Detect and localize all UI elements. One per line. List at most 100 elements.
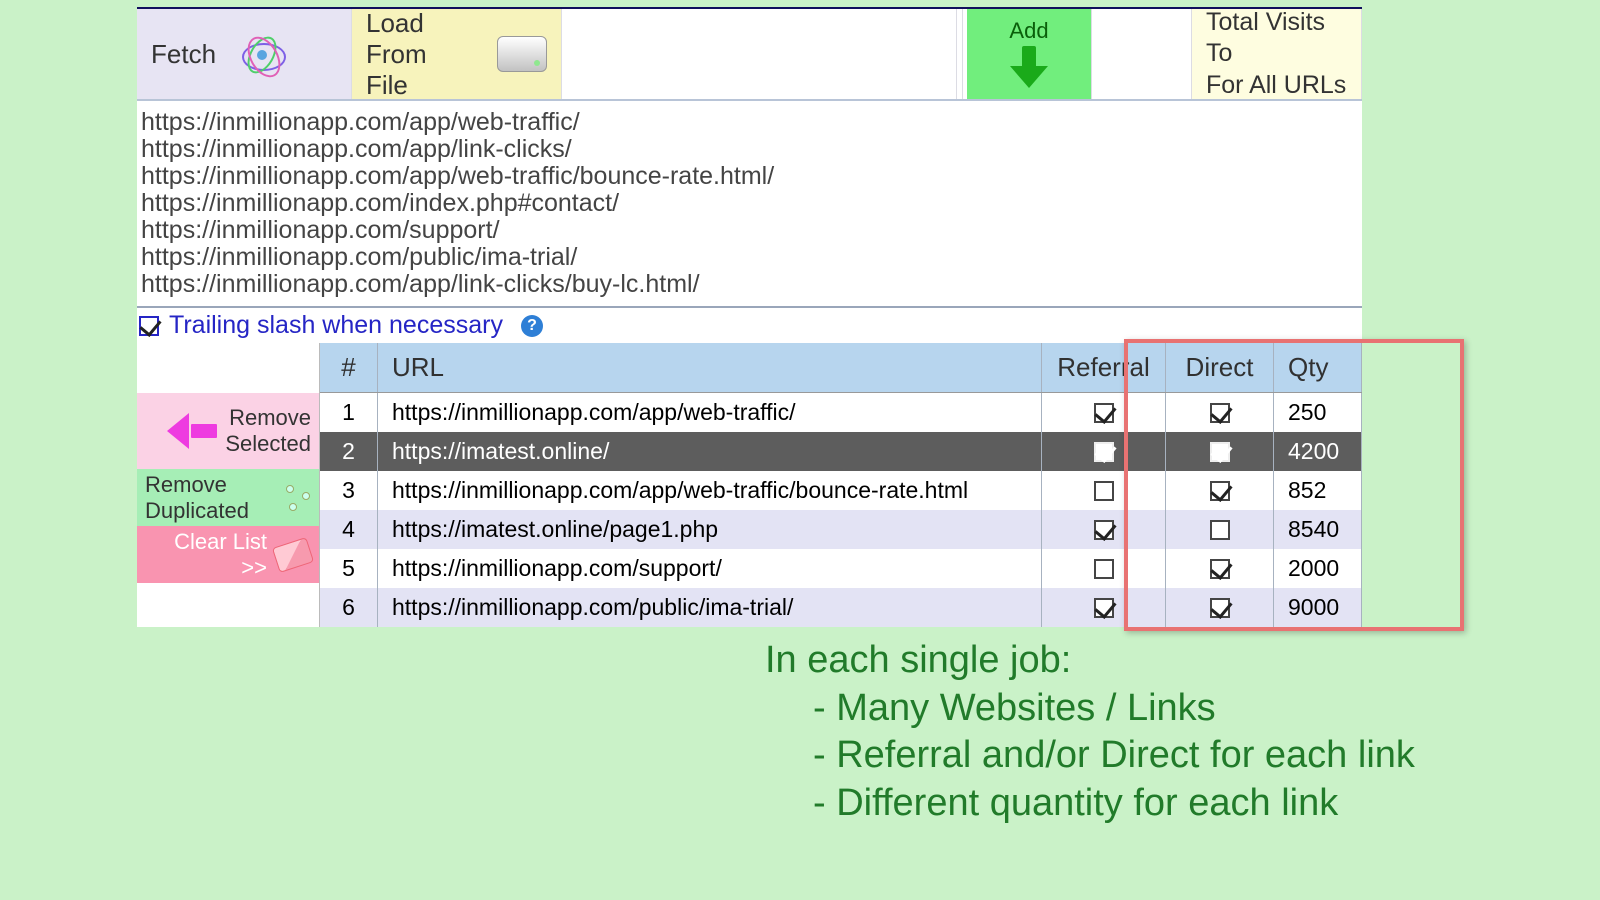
annotation-caption: In each single job: - Many Websites / Li…: [765, 637, 1415, 827]
url-textarea[interactable]: https://inmillionapp.com/app/web-traffic…: [137, 101, 1362, 308]
cell-url: https://imatest.online/page1.php: [378, 510, 1042, 549]
table-row[interactable]: 5https://inmillionapp.com/support/2000: [320, 549, 1362, 588]
url-line: https://inmillionapp.com/app/link-clicks…: [141, 136, 1356, 163]
header-qty[interactable]: Qty: [1274, 343, 1362, 392]
cell-qty[interactable]: 4200: [1274, 432, 1362, 471]
side-buttons: Remove Selected Remove Duplicated Clear …: [137, 343, 319, 627]
arrow-down-icon: [1012, 46, 1046, 90]
checkbox-icon: [1094, 598, 1114, 618]
clear-list-label: Clear List >>: [143, 529, 267, 581]
table-row[interactable]: 4https://imatest.online/page1.php 8540: [320, 510, 1362, 549]
toolbar: Fetch Load From File Add Total Visits To…: [137, 7, 1362, 101]
checkbox-icon: [1210, 481, 1230, 501]
cell-qty[interactable]: 250: [1274, 393, 1362, 432]
cell-num: 4: [320, 510, 378, 549]
cell-num: 3: [320, 471, 378, 510]
cell-referral[interactable]: [1042, 588, 1166, 627]
cell-referral[interactable]: [1042, 432, 1166, 471]
url-line: https://inmillionapp.com/index.php#conta…: [141, 190, 1356, 217]
options-row: Trailing slash when necessary ?: [137, 308, 1362, 343]
header-direct[interactable]: Direct: [1166, 343, 1274, 392]
cell-num: 1: [320, 393, 378, 432]
table-row[interactable]: 2https://imatest.online/4200: [320, 432, 1362, 471]
table-row[interactable]: 1https://inmillionapp.com/app/web-traffi…: [320, 393, 1362, 432]
atom-icon: [238, 31, 284, 77]
trailing-slash-checkbox[interactable]: Trailing slash when necessary: [139, 311, 503, 340]
cell-url: https://inmillionapp.com/support/: [378, 549, 1042, 588]
toolbar-gap: [1096, 9, 1192, 99]
caption-item: - Different quantity for each link: [765, 780, 1415, 828]
cell-num: 5: [320, 549, 378, 588]
checkbox-icon: [1210, 403, 1230, 423]
trailing-slash-label: Trailing slash when necessary: [169, 311, 503, 340]
cell-direct[interactable]: [1166, 510, 1274, 549]
load-from-file-button[interactable]: Load From File: [352, 9, 562, 99]
caption-heading: In each single job:: [765, 637, 1415, 685]
cell-qty[interactable]: 2000: [1274, 549, 1362, 588]
fetch-button[interactable]: Fetch: [137, 9, 352, 99]
toolbar-spacer: [562, 9, 957, 99]
checkbox-icon: [1094, 559, 1114, 579]
add-button[interactable]: Add: [967, 9, 1092, 99]
checkbox-icon: [1210, 442, 1230, 462]
url-line: https://inmillionapp.com/support/: [141, 217, 1356, 244]
url-grid: # URL Referral Direct Qty 1https://inmil…: [319, 343, 1362, 627]
remove-duplicated-label: Remove Duplicated: [145, 472, 275, 524]
cell-url: https://inmillionapp.com/app/web-traffic…: [378, 471, 1042, 510]
table-row[interactable]: 6https://inmillionapp.com/public/ima-tri…: [320, 588, 1362, 627]
side-spacer: [137, 343, 319, 393]
cell-num: 6: [320, 588, 378, 627]
url-line: https://inmillionapp.com/app/web-traffic…: [141, 163, 1356, 190]
caption-item: - Many Websites / Links: [765, 685, 1415, 733]
grid-header: # URL Referral Direct Qty: [320, 343, 1362, 393]
url-line: https://inmillionapp.com/app/link-clicks…: [141, 271, 1356, 298]
cell-direct[interactable]: [1166, 471, 1274, 510]
help-icon[interactable]: ?: [521, 315, 543, 337]
url-line: https://inmillionapp.com/public/ima-tria…: [141, 244, 1356, 271]
cell-url: https://inmillionapp.com/app/web-traffic…: [378, 393, 1042, 432]
load-label: Load From File: [366, 8, 475, 101]
total-visits-button[interactable]: Total Visits To For All URLs: [1192, 9, 1362, 99]
add-label: Add: [1009, 18, 1048, 44]
cell-direct[interactable]: [1166, 393, 1274, 432]
cell-referral[interactable]: [1042, 471, 1166, 510]
cell-direct[interactable]: [1166, 588, 1274, 627]
cell-qty[interactable]: 852: [1274, 471, 1362, 510]
cell-direct[interactable]: [1166, 549, 1274, 588]
header-url[interactable]: URL: [378, 343, 1042, 392]
checkbox-icon: [1094, 403, 1114, 423]
total-label: Total Visits To For All URLs: [1206, 7, 1347, 101]
checkbox-icon: [1210, 520, 1230, 540]
checkbox-icon: [1210, 598, 1230, 618]
arrow-left-icon: [167, 413, 217, 449]
remove-duplicated-button[interactable]: Remove Duplicated: [137, 469, 319, 526]
url-line: https://inmillionapp.com/app/web-traffic…: [141, 109, 1356, 136]
cell-direct[interactable]: [1166, 432, 1274, 471]
cell-num: 2: [320, 432, 378, 471]
eraser-icon: [272, 537, 314, 573]
clear-list-button[interactable]: Clear List >>: [137, 526, 319, 583]
cell-url: https://imatest.online/: [378, 432, 1042, 471]
main-row: Remove Selected Remove Duplicated Clear …: [137, 343, 1362, 627]
table-row[interactable]: 3https://inmillionapp.com/app/web-traffi…: [320, 471, 1362, 510]
checkbox-icon: [1210, 559, 1230, 579]
app-window: Fetch Load From File Add Total Visits To…: [137, 7, 1362, 627]
cell-referral[interactable]: [1042, 549, 1166, 588]
cell-qty[interactable]: 8540: [1274, 510, 1362, 549]
dedupe-icon: [283, 484, 311, 512]
cell-referral[interactable]: [1042, 393, 1166, 432]
remove-selected-label: Remove Selected: [225, 405, 311, 457]
cell-qty[interactable]: 9000: [1274, 588, 1362, 627]
checkbox-icon: [1094, 442, 1114, 462]
header-num[interactable]: #: [320, 343, 378, 392]
remove-selected-button[interactable]: Remove Selected: [137, 393, 319, 469]
header-referral[interactable]: Referral: [1042, 343, 1166, 392]
caption-item: - Referral and/or Direct for each link: [765, 732, 1415, 780]
checkbox-icon: [1094, 520, 1114, 540]
cell-referral[interactable]: [1042, 510, 1166, 549]
divider: [957, 9, 963, 99]
cell-url: https://inmillionapp.com/public/ima-tria…: [378, 588, 1042, 627]
fetch-label: Fetch: [151, 39, 216, 70]
checkbox-icon: [139, 316, 159, 336]
checkbox-icon: [1094, 481, 1114, 501]
